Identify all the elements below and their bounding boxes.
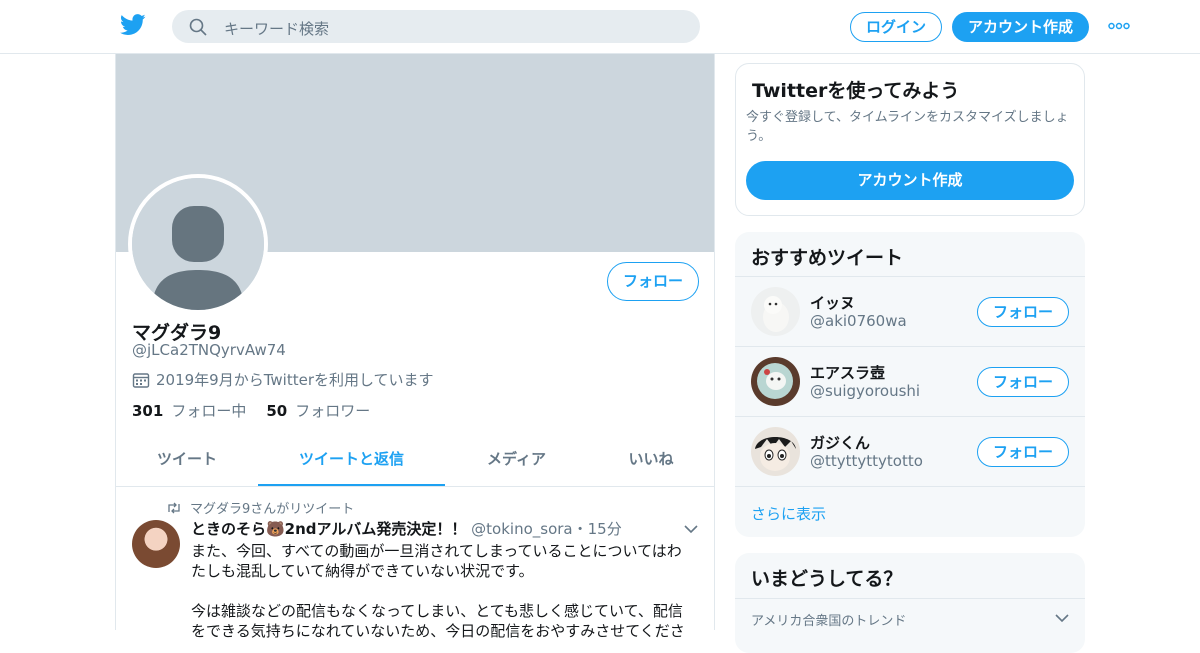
trends-region-row[interactable]: アメリカ合衆国のトレンド xyxy=(735,598,1085,638)
top-navigation-bar: キーワード検索 ログイン アカウント作成 xyxy=(0,0,1200,54)
user-avatar[interactable] xyxy=(751,427,800,476)
tab-tweets[interactable]: ツイート xyxy=(116,432,258,486)
tweet-author-name[interactable]: ときのそら🐻2ndアルバム発売決定！！ xyxy=(191,520,466,538)
recommended-accounts-card: おすすめツイート イッヌ @aki0760wa フォロー エアスラ壺 @suig… xyxy=(735,232,1085,537)
user-avatar[interactable] xyxy=(751,287,800,336)
recommended-user-row[interactable]: ガジくん @ttyttyttytotto フォロー xyxy=(735,416,1085,486)
user-name[interactable]: イッヌ xyxy=(810,292,855,313)
tweet-time[interactable]: 15分 xyxy=(588,520,622,538)
tweet-separator: ・ xyxy=(572,520,588,538)
user-name[interactable]: ガジくん xyxy=(810,432,870,453)
user-name[interactable]: エアスラ壺 xyxy=(810,362,885,383)
retweet-notice: マグダラ9さんがリツイート xyxy=(166,498,354,517)
twitter-bird-icon[interactable] xyxy=(120,13,146,37)
login-button[interactable]: ログイン xyxy=(850,12,942,42)
follow-user-button[interactable]: フォロー xyxy=(977,297,1069,327)
tweet-item[interactable]: マグダラ9さんがリツイート ときのそら🐻2ndアルバム発売決定！！ @tokin… xyxy=(116,488,714,648)
search-icon xyxy=(189,18,207,36)
tweet-author-handle[interactable]: @tokino_sora xyxy=(471,520,572,538)
signup-card: Twitterを使ってみよう 今すぐ登録して、タイムラインをカスタマイズしましょ… xyxy=(735,63,1085,216)
joined-text: 2019年9月からTwitterを利用しています xyxy=(156,371,434,389)
profile-tabs: ツイート ツイートと返信 メディア いいね xyxy=(116,432,714,487)
follow-user-button[interactable]: フォロー xyxy=(977,367,1069,397)
signup-button[interactable]: アカウント作成 xyxy=(952,12,1089,42)
show-more-link[interactable]: さらに表示 xyxy=(735,486,1085,537)
search-placeholder: キーワード検索 xyxy=(224,20,330,38)
user-handle: @ttyttyttytotto xyxy=(810,452,923,470)
default-avatar[interactable] xyxy=(128,174,268,314)
default-user-icon xyxy=(132,178,264,310)
follow-user-button[interactable]: フォロー xyxy=(977,437,1069,467)
profile-handle: @jLCa2TNQyrvAw74 xyxy=(132,341,286,359)
followers-stat[interactable]: 50 フォロワー xyxy=(266,400,370,421)
trends-card: いまどうしてる？ アメリカ合衆国のトレンド xyxy=(735,553,1085,653)
joined-date: 2019年9月からTwitterを利用しています xyxy=(132,369,434,390)
recommended-title: おすすめツイート xyxy=(751,247,904,269)
user-handle: @suigyoroushi xyxy=(810,382,921,400)
retweet-icon xyxy=(168,502,180,513)
signup-card-subtitle: 今すぐ登録して、タイムラインをカスタマイズしましょう。 xyxy=(746,110,1069,144)
trends-title: いまどうしてる？ xyxy=(751,568,903,590)
user-avatar[interactable] xyxy=(751,357,800,406)
search-box[interactable]: キーワード検索 xyxy=(172,10,700,43)
chevron-down-icon[interactable] xyxy=(684,524,698,534)
user-handle: @aki0760wa xyxy=(810,312,907,330)
follow-button[interactable]: フォロー xyxy=(607,262,699,301)
tab-likes[interactable]: いいね xyxy=(588,432,714,486)
profile-column: フォロー マグダラ9 @jLCa2TNQyrvAw74 2019年9月からTwi… xyxy=(115,54,715,640)
tab-tweets-and-replies[interactable]: ツイートと返信 xyxy=(258,432,445,486)
tweet-header: ときのそら🐻2ndアルバム発売決定！！ @tokino_sora・15分 xyxy=(191,518,622,539)
signup-card-title: Twitterを使ってみよう xyxy=(752,80,960,102)
following-stat[interactable]: 301 フォロー中 xyxy=(132,400,246,421)
follow-stats: 301 フォロー中 50 フォロワー xyxy=(132,400,370,421)
recommended-user-row[interactable]: エアスラ壺 @suigyoroushi フォロー xyxy=(735,346,1085,416)
signup-card-button[interactable]: アカウント作成 xyxy=(746,161,1074,200)
tweet-author-avatar[interactable] xyxy=(132,520,180,568)
tweet-text: また、今回、すべての動画が一旦消されてしまっていることについてはわたしも混乱して… xyxy=(191,542,685,640)
chevron-down-icon[interactable] xyxy=(1055,613,1069,623)
more-options-icon[interactable] xyxy=(1108,20,1130,32)
tab-media[interactable]: メディア xyxy=(445,432,588,486)
calendar-icon xyxy=(132,372,150,388)
recommended-user-row[interactable]: イッヌ @aki0760wa フォロー xyxy=(735,276,1085,346)
trends-region: アメリカ合衆国のトレンド xyxy=(751,614,907,629)
